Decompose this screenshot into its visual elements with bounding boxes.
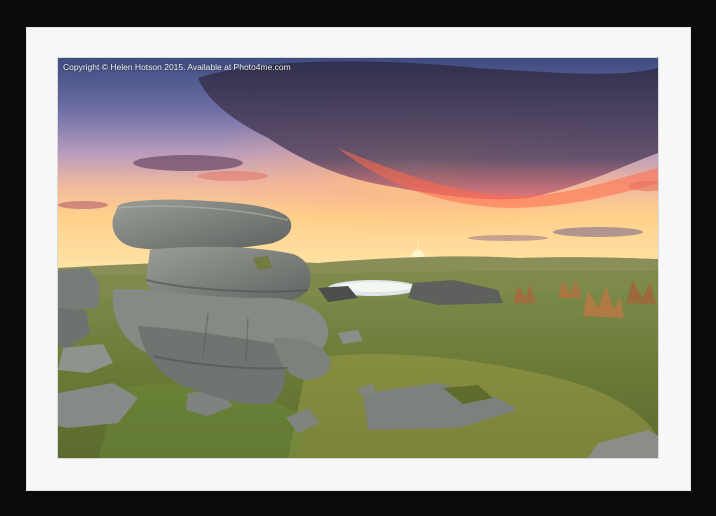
copyright-watermark: Copyright © Helen Hotson 2015. Available… <box>63 62 291 72</box>
picture-frame: Copyright © Helen Hotson 2015. Available… <box>0 0 716 516</box>
sunset-tor-image <box>58 58 658 458</box>
landscape-photo: Copyright © Helen Hotson 2015. Available… <box>58 58 658 458</box>
